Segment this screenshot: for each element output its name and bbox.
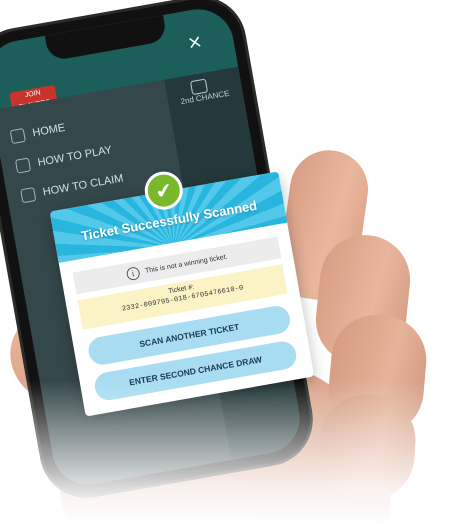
claim-icon — [20, 187, 37, 204]
bottom-fade — [0, 380, 459, 524]
result-message: This is not a winning ticket. — [144, 253, 229, 275]
home-icon — [9, 127, 26, 145]
menu-item-how-to-play[interactable]: HOW TO PLAY — [14, 140, 113, 177]
menu-item-label: HOW TO CLAIM — [41, 172, 125, 199]
menu-item-label: HOW TO PLAY — [36, 144, 113, 169]
marketing-screenshot: JOIN PLAYERS × HOME HOW TO PLAY HOW TO C… — [0, 0, 459, 524]
menu-item-label: HOME — [31, 121, 67, 140]
play-icon — [14, 157, 32, 174]
menu-item-home[interactable]: HOME — [9, 118, 67, 147]
info-icon: i — [125, 265, 141, 281]
